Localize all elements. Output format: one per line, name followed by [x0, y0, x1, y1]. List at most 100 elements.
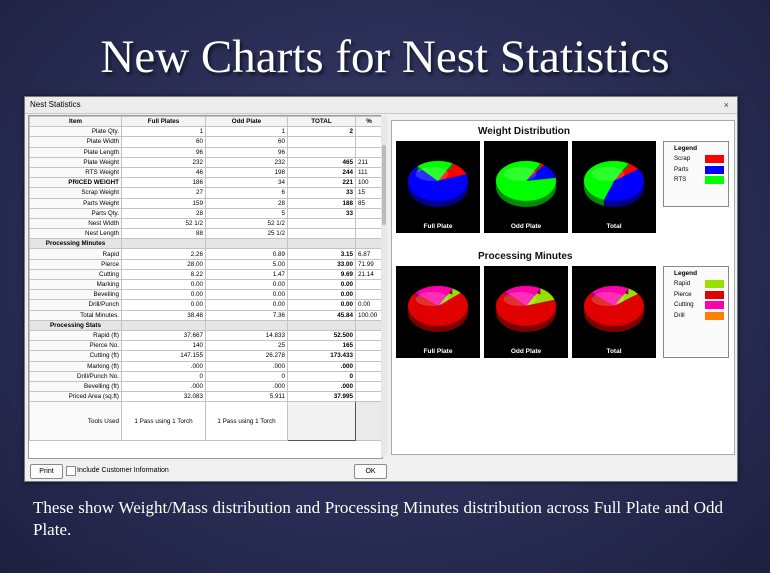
cell-odd-plate[interactable]: 1 — [205, 126, 288, 138]
cell-odd-plate[interactable]: 232 — [205, 156, 288, 168]
ok-button[interactable]: OK — [354, 464, 387, 479]
cell-odd-plate[interactable]: 25 — [205, 340, 288, 352]
cell-total[interactable]: 188 — [287, 197, 356, 209]
cell-odd-plate[interactable]: 0.89 — [205, 248, 288, 260]
cell-percent[interactable] — [355, 329, 382, 342]
cell-odd-plate[interactable]: 25 1/2 — [205, 228, 288, 240]
include-customer-checkbox[interactable] — [66, 466, 76, 476]
cell-odd-plate[interactable]: 5.911 — [205, 391, 288, 403]
cell-full-plates[interactable]: 0.00 — [121, 299, 206, 311]
cell-total[interactable]: 221 — [287, 177, 356, 189]
cell-total[interactable]: 37.995 — [287, 391, 356, 403]
cell-total[interactable]: 33.00 — [287, 258, 356, 270]
cell-odd-plate[interactable]: 28 — [205, 197, 288, 209]
cell-total[interactable] — [287, 136, 356, 148]
cell-percent[interactable]: 211 — [355, 156, 382, 168]
cell-full-plates[interactable]: 140 — [121, 340, 206, 352]
cell-full-plates[interactable]: 147.155 — [121, 350, 206, 362]
header-full-plates[interactable]: Full Plates — [121, 116, 206, 128]
cell-full-plates[interactable]: 186 — [121, 177, 206, 189]
cell-full-plates[interactable]: 2.26 — [121, 248, 206, 260]
cell-total[interactable]: .000 — [287, 360, 356, 372]
cell-full-plates[interactable]: 28 — [121, 207, 206, 219]
cell-odd-plate[interactable]: 1.47 — [205, 268, 288, 281]
cell-full-plates[interactable]: 1 Pass using 1 Torch — [121, 401, 206, 442]
cell-total[interactable] — [287, 217, 356, 230]
cell-total[interactable]: 0.00 — [287, 299, 356, 311]
cell-odd-plate[interactable]: 5 — [205, 207, 288, 219]
cell-full-plates[interactable]: 28.00 — [121, 258, 206, 270]
cell-total[interactable]: 244 — [287, 166, 356, 179]
cell-percent[interactable]: 0.00 — [355, 299, 382, 311]
cell-percent[interactable] — [355, 370, 382, 382]
cell-odd-plate[interactable]: .000 — [205, 380, 288, 393]
close-icon[interactable]: × — [724, 97, 729, 113]
cell-percent[interactable]: 21.14 — [355, 268, 382, 281]
cell-full-plates[interactable]: 60 — [121, 136, 206, 148]
cell-odd-plate[interactable]: 0 — [205, 370, 288, 382]
cell-odd-plate[interactable]: 6 — [205, 187, 288, 199]
cell-full-plates[interactable]: 0.00 — [121, 289, 206, 301]
cell-percent[interactable]: 6.87 — [355, 248, 382, 260]
cell-total[interactable]: 0 — [287, 370, 356, 382]
cell-total[interactable] — [287, 146, 356, 158]
cell-full-plates[interactable]: 96 — [121, 146, 206, 158]
cell-total[interactable]: .000 — [287, 380, 356, 393]
cell-total[interactable]: 33 — [287, 187, 356, 199]
cell-total[interactable]: 9.69 — [287, 268, 356, 281]
cell-odd-plate[interactable]: .000 — [205, 360, 288, 372]
cell-full-plates[interactable]: 32.083 — [121, 391, 206, 403]
cell-percent[interactable] — [355, 289, 382, 301]
cell-odd-plate[interactable]: 0.00 — [205, 278, 288, 291]
cell-total[interactable]: 3.15 — [287, 248, 356, 260]
cell-percent[interactable]: 100.00 — [355, 309, 382, 321]
cell-percent[interactable] — [355, 146, 382, 158]
cell-total[interactable]: 0.00 — [287, 278, 356, 291]
cell-percent[interactable] — [355, 350, 382, 362]
cell-percent[interactable]: 71.99 — [355, 258, 382, 270]
cell-percent[interactable]: 100 — [355, 177, 382, 189]
header-odd-plate[interactable]: Odd Plate — [205, 116, 288, 128]
header-percent[interactable]: % — [355, 116, 382, 128]
window-titlebar[interactable]: Nest Statistics × — [25, 97, 737, 114]
cell-total[interactable]: 173.433 — [287, 350, 356, 362]
header-item[interactable]: Item — [29, 116, 122, 128]
cell-percent[interactable] — [355, 217, 382, 230]
cell-total[interactable]: 465 — [287, 156, 356, 168]
cell-full-plates[interactable]: 38.48 — [121, 309, 206, 321]
cell-full-plates[interactable]: 0 — [121, 370, 206, 382]
cell-full-plates[interactable]: 37.667 — [121, 329, 206, 342]
cell-odd-plate[interactable]: 1 Pass using 1 Torch — [205, 401, 288, 442]
cell-percent[interactable] — [355, 278, 382, 291]
cell-percent[interactable] — [355, 340, 382, 352]
cell-odd-plate[interactable]: 52 1/2 — [205, 217, 288, 230]
cell-total[interactable]: 45.84 — [287, 309, 356, 321]
cell-full-plates[interactable]: .000 — [121, 360, 206, 372]
cell-total[interactable]: 52.500 — [287, 329, 356, 342]
cell-odd-plate[interactable]: 0.00 — [205, 299, 288, 311]
cell-full-plates[interactable]: 1 — [121, 126, 206, 138]
cell-full-plates[interactable]: 88 — [121, 228, 206, 240]
cell-odd-plate[interactable]: 7.36 — [205, 309, 288, 321]
cell-odd-plate[interactable]: 26.278 — [205, 350, 288, 362]
cell-percent[interactable]: 85 — [355, 197, 382, 209]
cell-full-plates[interactable]: 46 — [121, 166, 206, 179]
cell-full-plates[interactable]: 27 — [121, 187, 206, 199]
grid-scrollbar[interactable] — [381, 115, 387, 457]
cell-percent[interactable]: 111 — [355, 166, 382, 179]
cell-odd-plate[interactable]: 198 — [205, 166, 288, 179]
cell-percent[interactable] — [355, 391, 382, 403]
cell-total[interactable] — [287, 401, 356, 442]
cell-odd-plate[interactable]: 60 — [205, 136, 288, 148]
cell-full-plates[interactable]: 232 — [121, 156, 206, 168]
cell-percent[interactable] — [355, 136, 382, 148]
cell-percent[interactable] — [355, 360, 382, 372]
cell-percent[interactable] — [355, 126, 382, 138]
cell-full-plates[interactable]: .000 — [121, 380, 206, 393]
cell-odd-plate[interactable]: 14.833 — [205, 329, 288, 342]
cell-full-plates[interactable]: 52 1/2 — [121, 217, 206, 230]
cell-percent[interactable] — [355, 207, 382, 219]
cell-full-plates[interactable]: 0.00 — [121, 278, 206, 291]
print-button[interactable]: Print — [30, 464, 63, 479]
cell-total[interactable] — [287, 228, 356, 240]
